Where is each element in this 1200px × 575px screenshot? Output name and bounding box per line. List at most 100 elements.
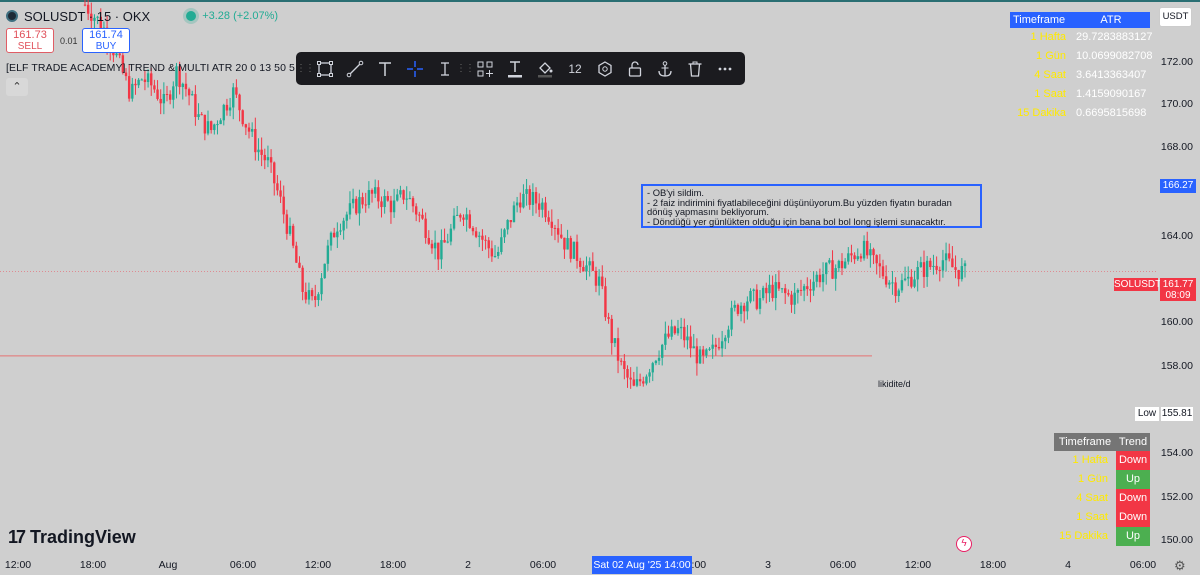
candle-body [597,276,601,286]
candle-body [269,157,273,163]
more-icon[interactable] [710,55,740,83]
trend-row: 15 Dakika Up [1054,527,1150,546]
trend-table: Timeframe Trend 1 Hafta Down 1 Gün Up 4 Sa… [1054,433,1150,546]
collapse-legend-button[interactable]: ⌃ [6,78,28,96]
candle-body [954,267,957,270]
candle-body [430,243,434,249]
candle-body [414,206,418,215]
rectangle-icon[interactable] [310,55,340,83]
candle-body [146,73,150,83]
candle-body [244,124,248,128]
candle-body [399,190,402,195]
candle-body [515,202,519,206]
sell-label: SELL [17,41,43,52]
candle-body [455,214,459,216]
candle-body [664,333,667,345]
fill-color-icon[interactable] [530,55,560,83]
candle-body [853,255,856,260]
tradingview-logo[interactable]: 17 TradingView [8,527,136,548]
price-axis-label: 154.00 [1160,447,1193,459]
crosshair-icon[interactable] [400,55,430,83]
candle-body [496,251,500,256]
candle-body [935,265,938,270]
candle-body [326,245,330,264]
candle-body [828,260,831,263]
candle-body [948,253,951,259]
candle-body [291,225,295,246]
symbol-title[interactable]: SOLUSDT · 15 · OKX [24,9,150,24]
time-axis-label: 12:00 [4,559,32,571]
candle-body [790,294,793,305]
candle-body [336,231,339,238]
candle-body [670,326,673,337]
candle-body [563,237,566,250]
candle-body [427,237,430,244]
candle-body [806,286,809,290]
lightning-icon[interactable]: ϟ [956,536,972,552]
time-axis-label: 4 [1065,559,1071,571]
trendline-icon[interactable] [340,55,370,83]
crosshair-time-tag: Sat 02 Aug '25 14:00 [592,556,692,574]
gear-icon[interactable]: ⚙ [1174,558,1186,574]
font-size-button[interactable]: 12 [560,55,590,83]
trend-row: 1 Hafta Down [1054,451,1150,470]
trend-row: 1 Saat Down [1054,508,1150,527]
candle-body [493,255,497,257]
candle-body [304,291,307,300]
trend-timeframe: 1 Gün [1078,473,1108,485]
candle-body [626,369,629,378]
atr-row: 1 Gün 10.0699082708 [1010,47,1153,66]
buy-button[interactable]: 161.74 BUY [82,28,130,53]
trend-header-timeframe: Timeframe [1058,436,1112,448]
hexagon-icon[interactable] [590,55,620,83]
candle-body [607,317,610,319]
currency-button[interactable]: USDT [1159,7,1192,27]
trash-icon[interactable] [680,55,710,83]
candle-body [386,196,389,201]
candle-body [717,346,721,349]
candle-body [676,328,680,334]
anchor-icon[interactable] [650,55,680,83]
candle-body [951,258,954,268]
text-note[interactable]: - OB'yi sildim. - 2 faiz indirimini fiya… [641,184,982,228]
candle-body [796,289,800,293]
drag-handle-icon[interactable]: ⋮⋮ [296,63,315,74]
text-icon[interactable] [370,55,400,83]
candle-body [922,262,926,277]
trend-header-trend: Trend [1118,436,1148,448]
candle-body [478,235,481,237]
atr-value: 10.0699082708 [1076,50,1153,62]
candle-body [575,241,579,261]
candle-body [929,260,932,268]
unlock-icon[interactable] [620,55,650,83]
candle-body [907,276,910,279]
candle-body [512,205,516,223]
atr-value: 29.7283883127 [1076,31,1153,43]
candle-body [156,89,159,99]
candle-body [941,260,945,271]
indicator-legend[interactable]: [ELF TRADE ACADEMY] TREND & MULTI ATR 20… [6,62,337,74]
candle-body [724,337,727,342]
sell-button[interactable]: 161.73 SELL [6,28,54,53]
candle-body [661,344,664,358]
candle-body [667,333,670,337]
candle-body [749,290,752,302]
candle-body [168,94,172,100]
candle-body [298,262,301,268]
candle-body [818,274,822,283]
candle-body [601,276,604,287]
candle-body [307,290,311,300]
add-shapes-icon[interactable] [470,55,500,83]
candle-body [588,261,591,266]
text-color-icon[interactable] [500,55,530,83]
candle-body [490,248,494,257]
candle-body [443,240,446,243]
trend-timeframe: 15 Dakika [1059,530,1108,542]
candle-body [692,346,695,349]
candle-body [645,376,648,384]
candle-body [610,318,613,344]
candle-body [487,240,490,249]
candle-body [812,281,815,291]
time-axis-label: 18:00 [979,559,1007,571]
brand-name: TradingView [30,527,136,547]
